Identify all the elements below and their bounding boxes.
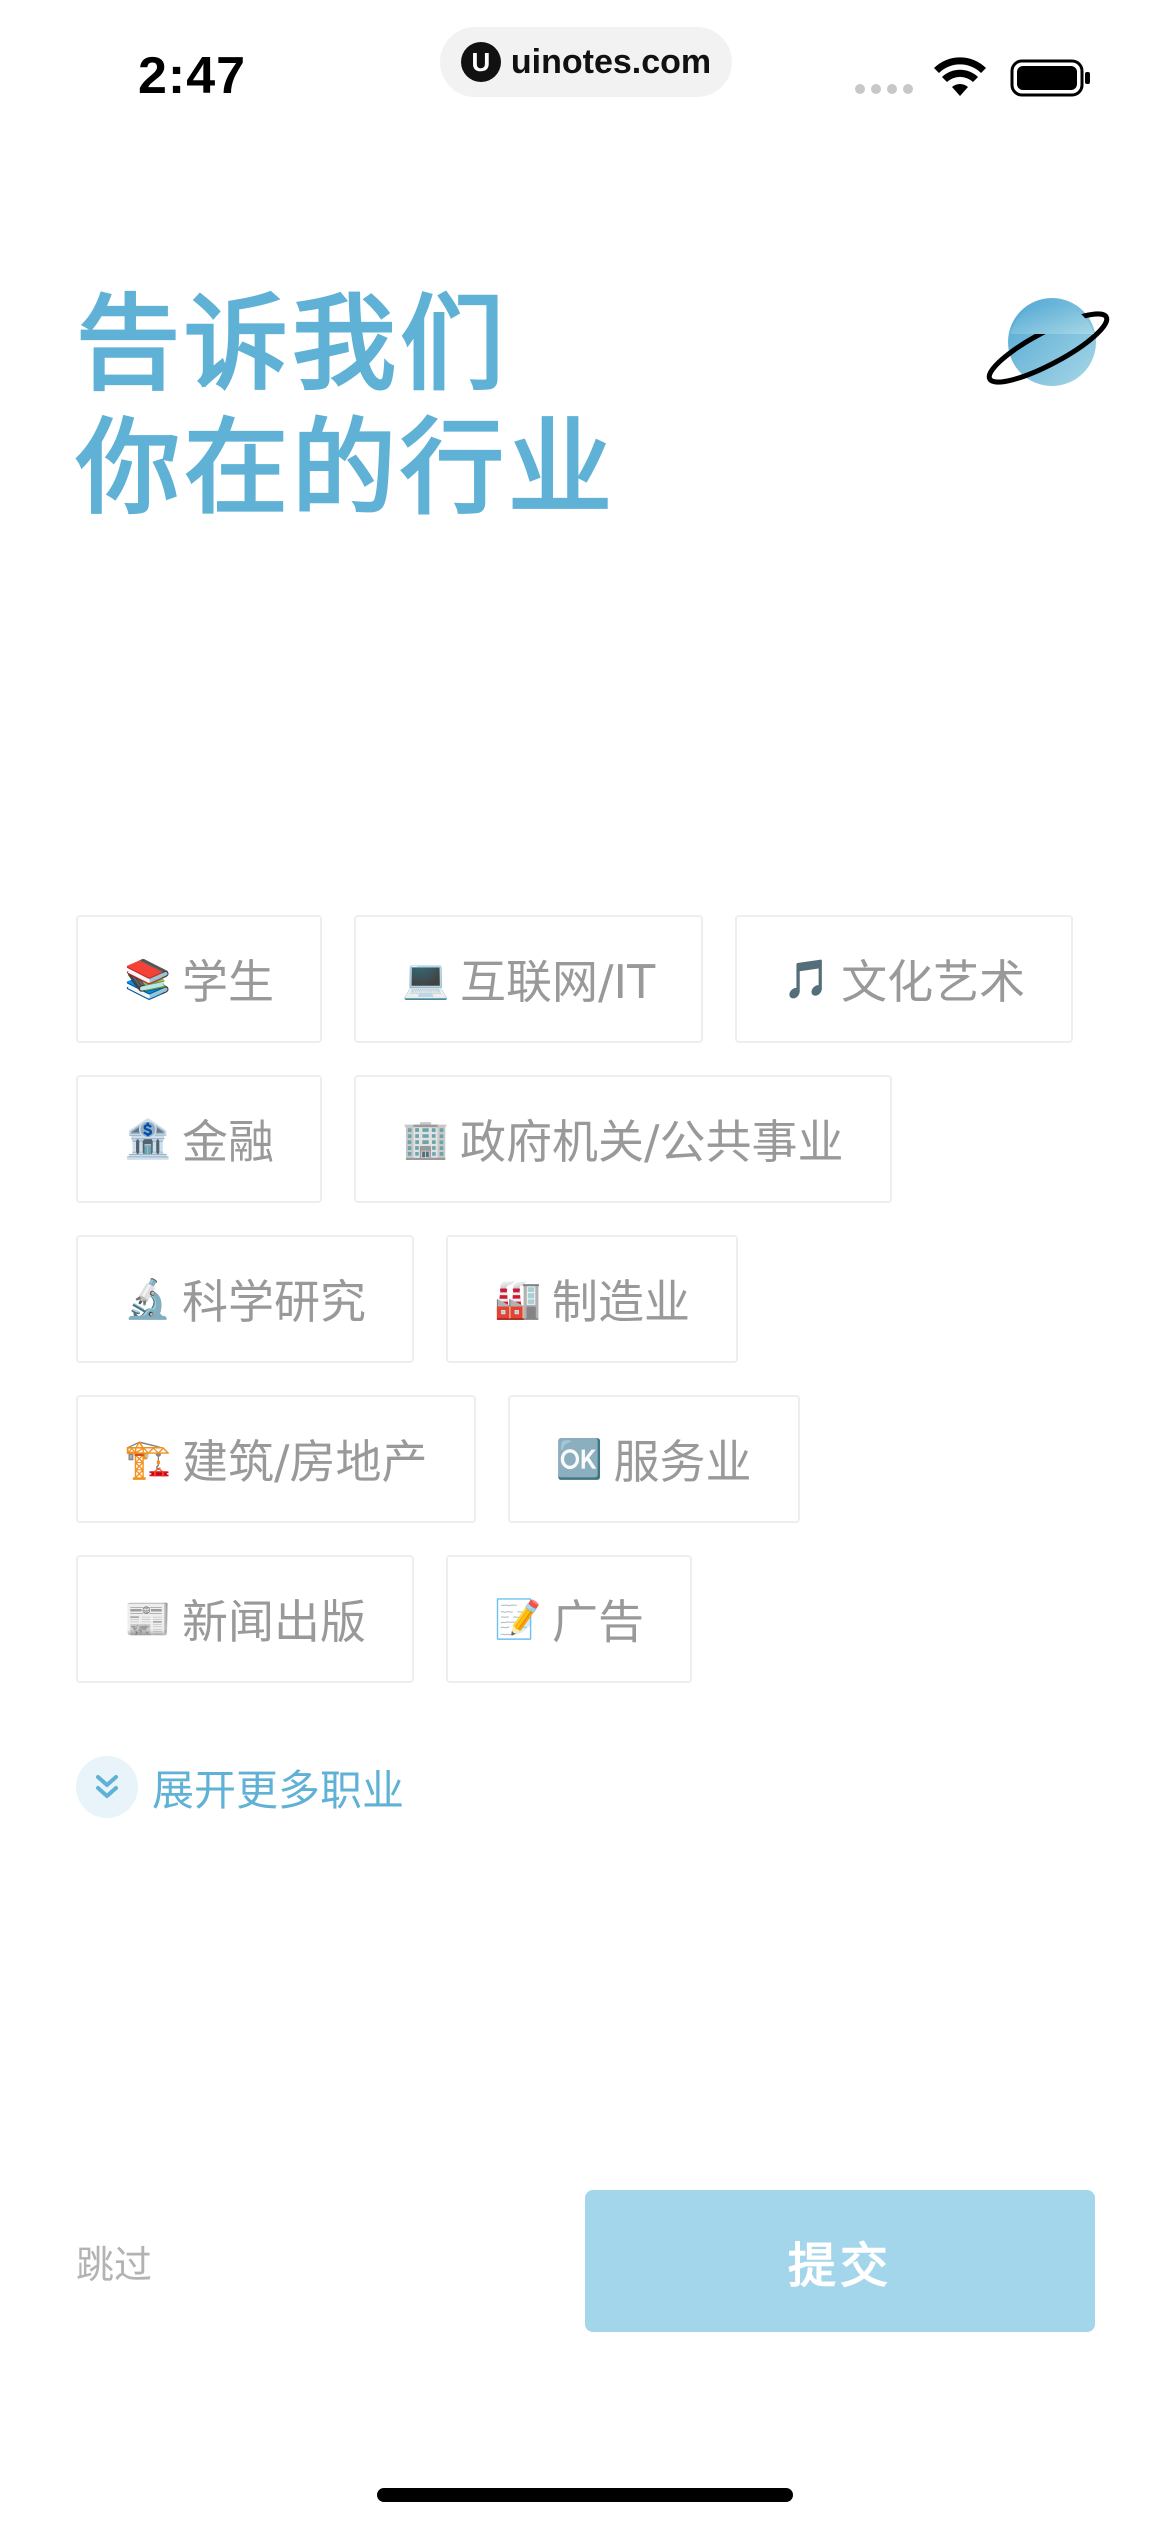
tag-row: 🏦 金融 🏢 政府机关/公共事业 bbox=[76, 1075, 1096, 1203]
tag-label: 服务业 bbox=[613, 1435, 752, 1489]
memo-icon: 📝 bbox=[494, 1596, 542, 1641]
tag-label: 新闻出版 bbox=[182, 1595, 366, 1649]
tag-science-research[interactable]: 🔬 科学研究 bbox=[76, 1235, 414, 1363]
skip-button[interactable]: 跳过 bbox=[76, 2234, 152, 2289]
page-title-line-1: 告诉我们 bbox=[76, 283, 509, 405]
tag-label: 政府机关/公共事业 bbox=[460, 1115, 844, 1169]
cellular-signal-icon bbox=[855, 84, 913, 94]
home-indicator[interactable] bbox=[377, 2488, 793, 2502]
expand-more-label: 展开更多职业 bbox=[152, 1765, 405, 1815]
tag-manufacturing[interactable]: 🏭 制造业 bbox=[446, 1235, 738, 1363]
tag-finance[interactable]: 🏦 金融 bbox=[76, 1075, 322, 1203]
tag-row: 🏗️ 建筑/房地产 🆗 服务业 bbox=[76, 1395, 1096, 1523]
uinotes-logo-icon: U bbox=[460, 42, 501, 82]
bank-icon: 🏦 bbox=[124, 1116, 172, 1161]
office-building-icon: 🏢 bbox=[402, 1116, 450, 1161]
url-text: uinotes.com bbox=[510, 42, 712, 81]
tag-government[interactable]: 🏢 政府机关/公共事业 bbox=[354, 1075, 892, 1203]
battery-icon bbox=[1010, 59, 1090, 97]
tag-label: 互联网/IT bbox=[460, 955, 656, 1009]
tag-row: 📚 学生 💻 互联网/IT 🎵 文化艺术 bbox=[76, 915, 1096, 1043]
tag-label: 学生 bbox=[182, 955, 274, 1009]
ok-badge-icon: 🆗 bbox=[555, 1436, 603, 1481]
tag-label: 制造业 bbox=[552, 1275, 690, 1329]
tag-row: 🔬 科学研究 🏭 制造业 bbox=[76, 1235, 1096, 1363]
tag-internet-it[interactable]: 💻 互联网/IT bbox=[354, 915, 704, 1043]
music-note-icon: 🎵 bbox=[783, 956, 831, 1001]
status-time: 2:47 bbox=[138, 47, 247, 105]
microscope-icon: 🔬 bbox=[124, 1276, 172, 1321]
tag-construction-realestate[interactable]: 🏗️ 建筑/房地产 bbox=[76, 1395, 476, 1523]
tag-service[interactable]: 🆗 服务业 bbox=[507, 1395, 800, 1523]
page-title: 告诉我们 你在的行业 bbox=[76, 282, 616, 530]
factory-icon: 🏭 bbox=[494, 1276, 542, 1321]
planet-icon bbox=[986, 298, 1110, 386]
wifi-icon bbox=[934, 57, 986, 96]
laptop-icon: 💻 bbox=[402, 956, 450, 1001]
tag-news-publishing[interactable]: 📰 新闻出版 bbox=[76, 1555, 414, 1683]
tag-label: 广告 bbox=[552, 1595, 644, 1649]
tag-label: 金融 bbox=[182, 1115, 274, 1169]
submit-button[interactable]: 提交 bbox=[585, 2190, 1095, 2332]
tag-label: 建筑/房地产 bbox=[182, 1435, 428, 1489]
double-chevron-down-icon bbox=[76, 1756, 138, 1818]
tag-advertising[interactable]: 📝 广告 bbox=[446, 1555, 692, 1683]
construction-crane-icon: 🏗️ bbox=[124, 1436, 172, 1481]
tag-student[interactable]: 📚 学生 bbox=[76, 915, 322, 1043]
industry-tag-list: 📚 学生 💻 互联网/IT 🎵 文化艺术 🏦 金融 🏢 政府机关/公共事业 🔬 … bbox=[76, 915, 1096, 1715]
tag-culture-art[interactable]: 🎵 文化艺术 bbox=[735, 915, 1074, 1043]
expand-more-button[interactable]: 展开更多职业 bbox=[76, 1756, 404, 1818]
newspaper-icon: 📰 bbox=[124, 1596, 172, 1641]
page-title-line-2: 你在的行业 bbox=[76, 407, 617, 529]
tag-label: 科学研究 bbox=[182, 1275, 366, 1329]
tag-row: 📰 新闻出版 📝 广告 bbox=[76, 1555, 1096, 1683]
books-icon: 📚 bbox=[124, 956, 172, 1001]
tag-label: 文化艺术 bbox=[841, 955, 1026, 1009]
url-pill[interactable]: U uinotes.com bbox=[440, 27, 732, 97]
